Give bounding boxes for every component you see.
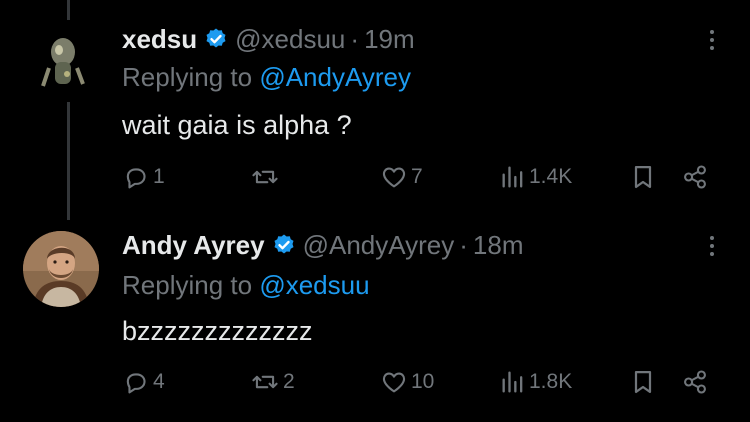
tweet-actions: 4 2 10 1.8K	[122, 367, 720, 397]
avatar-andy-ayrey[interactable]	[23, 231, 99, 307]
share-icon	[684, 165, 706, 189]
tweet-header: Andy Ayrey @AndyAyrey · 18m	[122, 228, 750, 262]
tweet-text: bzzzzzzzzzzzzz	[122, 316, 313, 346]
bookmark-button[interactable]	[630, 367, 656, 397]
bookmark-icon	[634, 370, 652, 394]
bookmark-button[interactable]	[630, 162, 656, 192]
verified-badge-icon	[272, 233, 296, 257]
timestamp[interactable]: 18m	[473, 230, 524, 261]
views-button[interactable]: 1.8K	[500, 367, 572, 397]
retweet-button[interactable]	[250, 162, 283, 192]
separator: ·	[350, 23, 360, 54]
reply-button[interactable]: 1	[122, 162, 165, 192]
retweet-icon	[252, 170, 278, 184]
like-count: 7	[411, 165, 423, 188]
share-button[interactable]	[680, 162, 710, 192]
like-button[interactable]: 10	[380, 367, 434, 397]
tweet-text: wait gaia is alpha ?	[122, 110, 352, 140]
like-button[interactable]: 7	[380, 162, 423, 192]
author-name[interactable]: Andy Ayrey	[122, 230, 265, 261]
share-button[interactable]	[680, 367, 710, 397]
heart-icon	[382, 167, 406, 188]
view-count: 1.4K	[529, 165, 573, 188]
reply-count: 4	[153, 370, 165, 393]
reply-icon	[126, 168, 146, 189]
replying-to-mention[interactable]: @AndyAyrey	[259, 62, 411, 92]
replying-prefix: Replying to	[122, 270, 253, 300]
retweet-button[interactable]: 2	[250, 367, 295, 397]
more-vertical-icon[interactable]	[708, 30, 716, 50]
replying-to: Replying to @xedsuu	[122, 268, 750, 302]
heart-icon	[382, 372, 406, 393]
share-icon	[684, 370, 706, 394]
thread-connector	[67, 102, 70, 220]
retweet-count: 2	[283, 370, 295, 393]
bookmark-icon	[634, 165, 652, 189]
views-bar-chart-icon	[502, 166, 523, 188]
avatar-xedsu[interactable]	[25, 22, 101, 98]
retweet-icon	[252, 375, 278, 389]
view-count: 1.8K	[529, 370, 573, 393]
replying-to-mention[interactable]: @xedsuu	[259, 270, 369, 300]
reply-icon	[126, 373, 146, 394]
more-vertical-icon[interactable]	[708, 236, 716, 256]
views-bar-chart-icon	[502, 371, 523, 393]
replying-prefix: Replying to	[122, 62, 253, 92]
like-count: 10	[411, 370, 435, 393]
tweet-header: xedsu @xedsuu · 19m	[122, 22, 750, 56]
views-button[interactable]: 1.4K	[500, 162, 572, 192]
thread-connector-top	[67, 0, 70, 20]
reply-count: 1	[153, 165, 165, 188]
author-name[interactable]: xedsu	[122, 24, 197, 55]
tweet-actions: 1 7 1.4K	[122, 162, 720, 192]
author-handle[interactable]: @AndyAyrey	[303, 230, 455, 261]
verified-badge-icon	[204, 27, 228, 51]
separator: ·	[459, 229, 468, 260]
author-handle[interactable]: @xedsuu	[235, 24, 345, 55]
reply-button[interactable]: 4	[122, 367, 165, 397]
replying-to: Replying to @AndyAyrey	[122, 60, 750, 94]
timestamp[interactable]: 19m	[364, 24, 415, 55]
